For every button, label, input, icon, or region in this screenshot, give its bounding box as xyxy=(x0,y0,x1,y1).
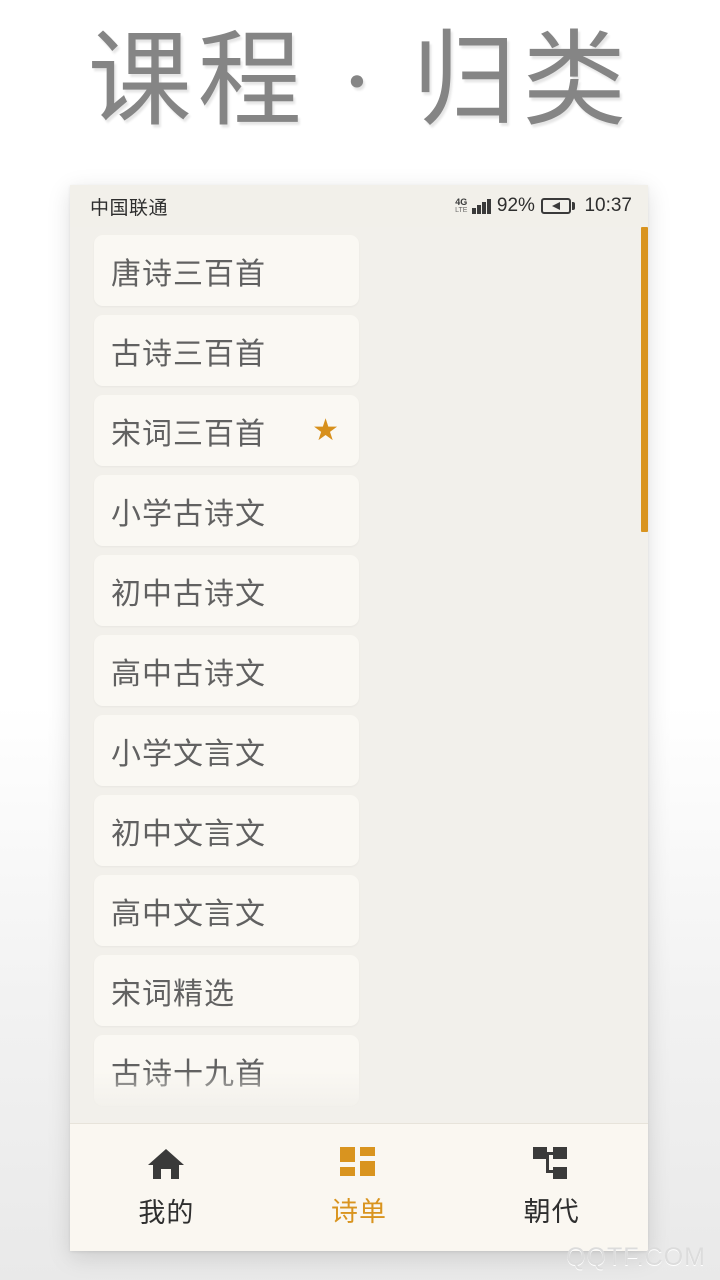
status-bar: 中国联通 4G LTE 92% 10:37 xyxy=(70,185,648,227)
category-cell[interactable]: 小学文言文★ xyxy=(94,715,359,786)
category-cell[interactable]: 宋词三百首 ★ xyxy=(94,395,359,466)
page-title: 课程 · 归类 xyxy=(87,24,633,139)
grid-icon xyxy=(340,1146,378,1181)
category-cell[interactable]: 小学古诗文★ xyxy=(94,475,359,546)
category-label: 古诗三百首 xyxy=(111,337,266,371)
category-label: 高中文言文 xyxy=(111,897,266,931)
category-label: 小学古诗文 xyxy=(111,497,266,531)
scrollbar-thumb[interactable] xyxy=(641,227,648,532)
phone-frame: 中国联通 4G LTE 92% 10:37 唐诗三百首★ 古诗三百首★ 宋词三百首 ★… xyxy=(70,185,648,1251)
category-cell[interactable]: 唐诗三百首★ xyxy=(94,235,359,306)
category-label: 小学文言文 xyxy=(111,737,266,771)
network-sub-label: LTE xyxy=(455,207,468,214)
tab-poemlist-label: 诗单 xyxy=(331,1196,387,1227)
category-label: 宋词三百首 xyxy=(111,417,266,451)
carrier-label: 中国联通 xyxy=(90,197,169,219)
category-label: 初中古诗文 xyxy=(111,577,266,611)
category-cell[interactable]: 古诗十九首★ xyxy=(94,1035,359,1106)
category-label: 宋词精选 xyxy=(111,977,235,1011)
category-cell[interactable]: 初中古诗文★ xyxy=(94,555,359,626)
home-icon xyxy=(146,1146,186,1182)
network-type-icon: 4G LTE xyxy=(455,197,468,215)
battery-charging-icon xyxy=(540,198,576,214)
signal-bars-icon xyxy=(472,198,491,214)
category-list[interactable]: 唐诗三百首★ 古诗三百首★ 宋词三百首 ★ 小学古诗文★ 初中古诗文★ 高中古诗文★ 小学文言… xyxy=(70,227,648,1123)
category-cell[interactable]: 诗经★ xyxy=(94,1115,359,1123)
clock-label: 10:37 xyxy=(584,195,632,216)
tab-poemlist[interactable]: 诗单 xyxy=(263,1124,456,1251)
category-cell[interactable]: 宋词精选★ xyxy=(94,955,359,1026)
category-label: 唐诗三百首 xyxy=(111,257,266,291)
network-type-label: 4G xyxy=(455,197,468,207)
tab-dynasty[interactable]: 朝代 xyxy=(455,1124,648,1251)
category-cell[interactable]: 古诗三百首★ xyxy=(94,315,359,386)
scrollbar-track[interactable] xyxy=(641,227,648,1123)
tab-my-label: 我的 xyxy=(138,1197,195,1228)
bottom-tab-bar: 我的 诗单 朝代 xyxy=(70,1123,648,1251)
battery-percent-label: 92% xyxy=(496,195,535,216)
category-grid: 唐诗三百首★ 古诗三百首★ 宋词三百首 ★ 小学古诗文★ 初中古诗文★ 高中古诗文★ 小学文言… xyxy=(94,235,632,1123)
star-icon[interactable]: ★ xyxy=(312,415,339,446)
tab-dynasty-label: 朝代 xyxy=(523,1196,580,1227)
category-label: 古诗十九首 xyxy=(111,1057,266,1091)
category-label: 高中古诗文 xyxy=(111,657,266,691)
category-cell[interactable]: 初中文言文★ xyxy=(94,795,359,866)
category-label: 初中文言文 xyxy=(111,817,266,851)
watermark: QQTF.COM xyxy=(566,1243,706,1271)
category-cell[interactable]: 高中古诗文★ xyxy=(94,635,359,706)
tab-my[interactable]: 我的 xyxy=(70,1124,263,1251)
category-cell[interactable]: 高中文言文★ xyxy=(94,875,359,946)
hierarchy-icon xyxy=(532,1146,571,1181)
